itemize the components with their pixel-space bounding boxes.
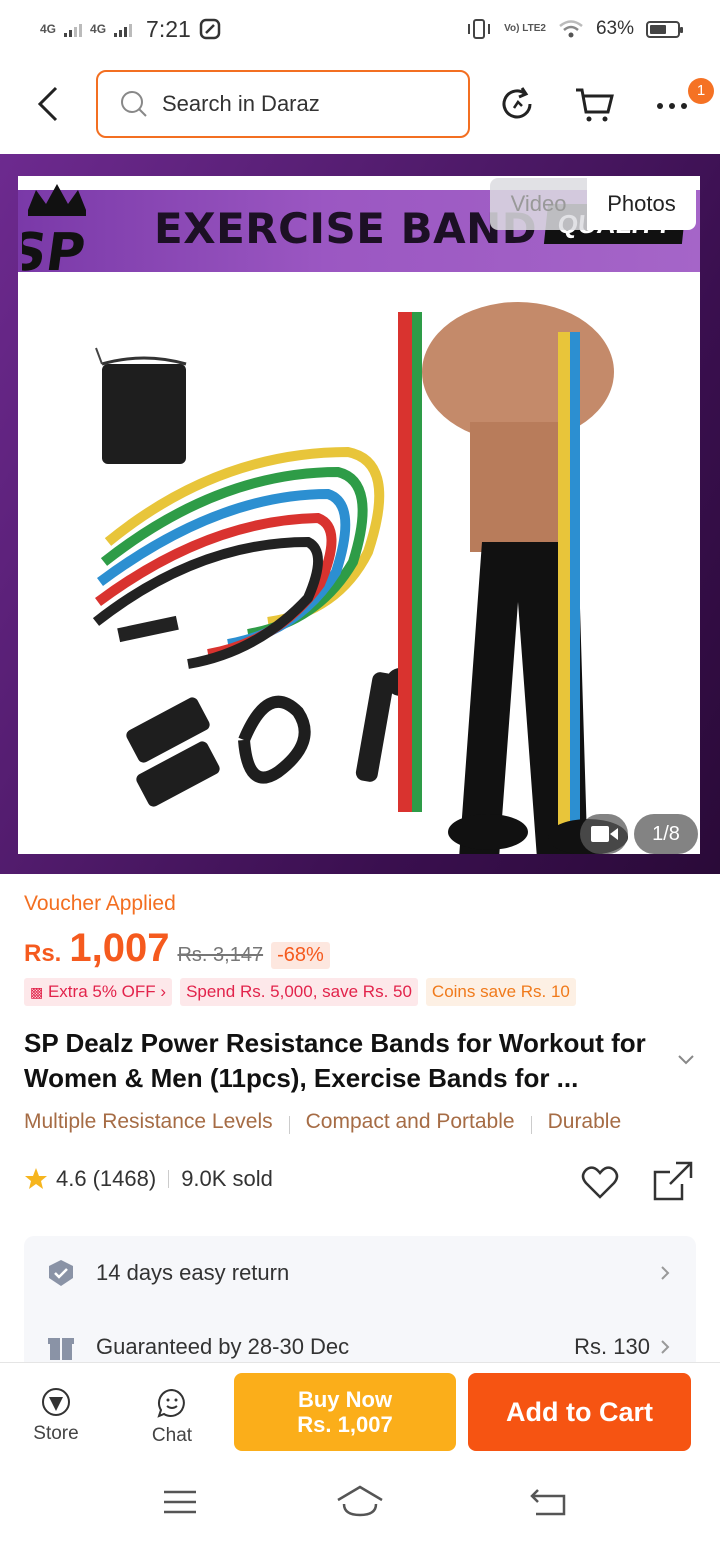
video-camera-icon [591, 826, 618, 842]
search-icon [121, 91, 147, 117]
top-header: Search in Daraz [0, 70, 720, 138]
play-video-button[interactable] [580, 814, 628, 854]
divider [530, 1116, 532, 1134]
product-highlights: Multiple Resistance Levels Compact and P… [24, 1110, 720, 1134]
share-icon[interactable] [652, 1160, 694, 1202]
buy-now-price: Rs. 1,007 [297, 1412, 393, 1437]
sold-count: 9.0K sold [181, 1166, 273, 1191]
back-arrow-icon[interactable] [34, 84, 64, 124]
menu-icon[interactable] [162, 1488, 198, 1516]
search-placeholder: Search in Daraz [162, 91, 320, 116]
add-to-cart-button[interactable]: Add to Cart [468, 1373, 691, 1451]
promo-label: Extra 5% OFF [47, 982, 156, 1001]
promo-coins-save[interactable]: Coins save Rs. 10 [425, 978, 576, 1006]
store-button[interactable]: Store [16, 1387, 96, 1445]
currency: Rs. [24, 940, 62, 967]
review-count: (1468) [92, 1166, 157, 1191]
product-title[interactable]: SP Dealz Power Resistance Bands for Work… [24, 1026, 674, 1096]
highlight-tag: Multiple Resistance Levels [24, 1110, 273, 1133]
refresh-icon[interactable] [498, 84, 538, 124]
original-price: Rs. 3,147 [177, 944, 264, 966]
notification-icon [199, 18, 221, 40]
clock: 7:21 [146, 15, 191, 42]
battery-icon [646, 20, 683, 38]
current-price: 1,007 [69, 926, 170, 970]
shield-check-icon [49, 1260, 73, 1286]
status-bar: 4G 4G 7:21 Vo) LTE2 63% [0, 0, 720, 58]
chevron-right-icon [661, 1266, 670, 1280]
resistance-bands-illustration-icon [92, 302, 628, 854]
product-image[interactable]: EXERCISE BAND QUALITY SP [18, 176, 700, 854]
price-row: Rs. 1,007 Rs. 3,147 -68% [24, 926, 330, 978]
chevron-right-icon: › [160, 982, 167, 1001]
return-policy-text: 14 days easy return [96, 1260, 290, 1285]
battery-percent: 63% [595, 18, 634, 39]
voucher-label: Voucher Applied [24, 892, 176, 915]
delivery-date-text: Guaranteed by 28-30 Dec [96, 1334, 350, 1359]
service-info-card: 14 days easy return Guaranteed by 28-30 … [24, 1236, 696, 1376]
signal-icon [114, 21, 133, 37]
store-label: Store [33, 1423, 79, 1444]
tab-photos[interactable]: Photos [587, 178, 696, 230]
discount-badge: -68% [271, 942, 330, 969]
back-nav-icon[interactable] [530, 1488, 566, 1518]
promo-extra-off[interactable]: ▩ Extra 5% OFF › [24, 978, 173, 1006]
battery-fill [650, 24, 667, 34]
coupon-icon: ▩ [30, 984, 44, 1000]
chevron-down-icon[interactable] [676, 1050, 696, 1070]
highlight-tag: Durable [547, 1110, 622, 1133]
store-logo-icon [42, 1388, 70, 1416]
star-icon [25, 1168, 47, 1189]
easy-return-row[interactable]: 14 days easy return [24, 1238, 696, 1308]
network-type-2: 4G [90, 22, 107, 36]
tab-video[interactable]: Video [490, 178, 587, 230]
product-image-gallery[interactable]: EXERCISE BAND QUALITY SP [0, 154, 720, 874]
chat-button[interactable]: Chat [132, 1387, 212, 1447]
divider [288, 1116, 290, 1134]
rating-score: 4.6 [56, 1166, 87, 1191]
buy-now-label: Buy Now [297, 1387, 393, 1412]
system-navigation-bar [0, 1462, 720, 1544]
wifi-icon [559, 20, 583, 38]
media-toggle: Video Photos [490, 178, 696, 230]
cart-badge: 1 [688, 78, 714, 104]
bottom-action-bar: Store Chat Buy Now Rs. 1,007 Add to Cart [0, 1362, 720, 1462]
volte-label: Vo) LTE2 [504, 23, 546, 34]
home-icon[interactable] [336, 1484, 384, 1518]
rating-row[interactable]: 4.6 (1468) 9.0K sold [24, 1166, 273, 1192]
package-icon [48, 1338, 74, 1360]
vibrate-icon [468, 19, 491, 39]
chevron-right-icon [661, 1340, 670, 1354]
search-input[interactable]: Search in Daraz [96, 70, 470, 138]
image-counter: 1/8 [634, 814, 698, 854]
highlight-tag: Compact and Portable [305, 1110, 515, 1133]
promotions: ▩ Extra 5% OFF › Spend Rs. 5,000, save R… [24, 978, 576, 1006]
more-options-icon[interactable] [652, 84, 692, 124]
network-type-1: 4G [40, 22, 57, 36]
chat-label: Chat [151, 1425, 193, 1446]
signal-icon [64, 21, 83, 37]
divider [168, 1170, 170, 1188]
wishlist-heart-icon[interactable] [580, 1162, 620, 1202]
banner-title: EXERCISE BAND [154, 204, 538, 253]
chat-icon [157, 1388, 185, 1418]
promo-spend-save[interactable]: Spend Rs. 5,000, save Rs. 50 [180, 978, 418, 1006]
buy-now-button[interactable]: Buy Now Rs. 1,007 [234, 1373, 456, 1451]
cart-icon[interactable] [574, 84, 614, 124]
sp-logo-icon: SP [22, 184, 89, 283]
